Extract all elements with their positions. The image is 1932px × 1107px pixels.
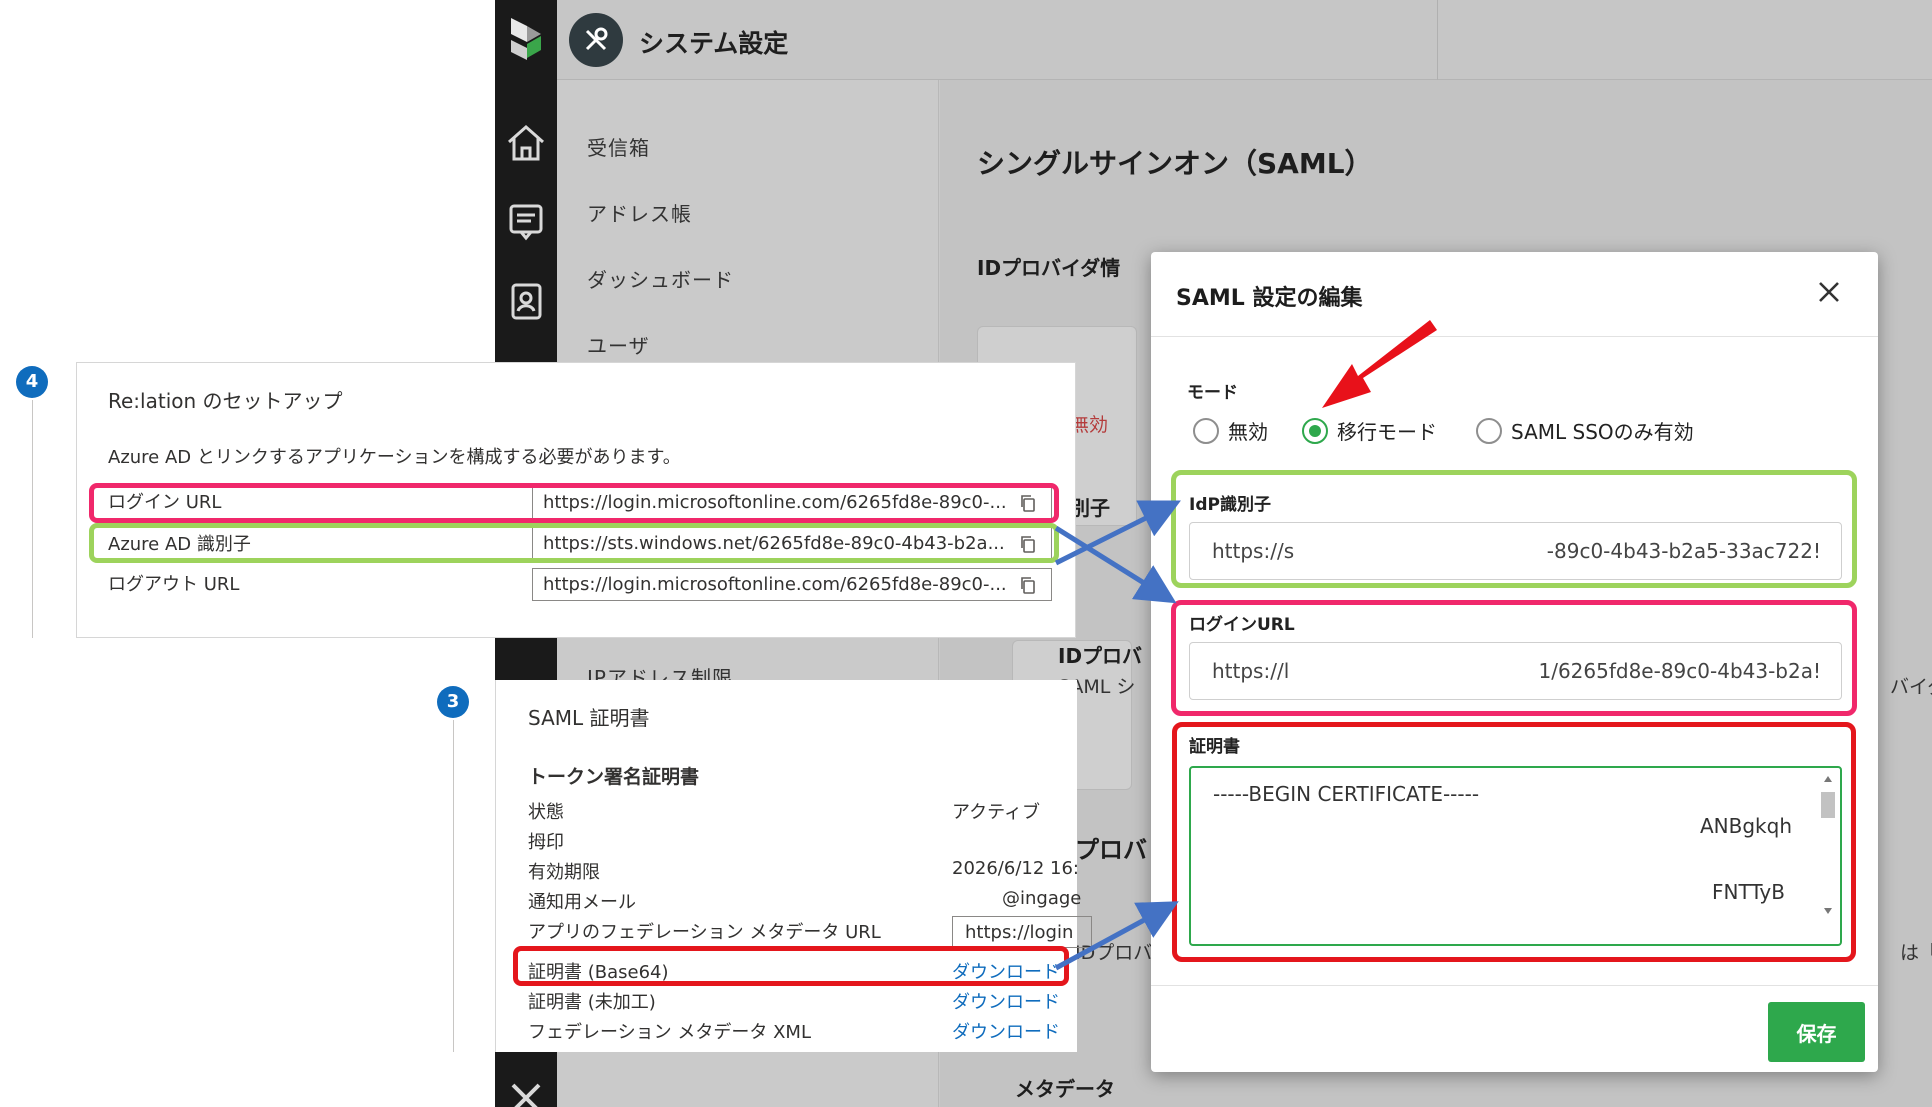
nav-item-address-book[interactable]: アドレス帳: [587, 198, 692, 227]
section-title: シングルサインオン（SAML）: [977, 147, 1373, 180]
mode-radio-migration[interactable]: 移行モード: [1302, 416, 1437, 445]
nav-item-inbox[interactable]: 受信箱: [587, 132, 650, 161]
azure-ad-identifier-row-value[interactable]: https://sts.windows.net/6265fd8e-89c0-4b…: [532, 527, 1052, 560]
certificate-panel-title: SAML 証明書: [528, 706, 650, 730]
thumbprint-row-label: 拇印: [528, 832, 564, 853]
notification-email-row-value: @ingage: [1002, 888, 1082, 909]
mode-radio-disabled[interactable]: 無効: [1193, 416, 1268, 445]
step-badge-4: 4: [16, 366, 48, 398]
login-url-value-start: https://l: [1212, 659, 1290, 683]
page-title: システム設定: [639, 29, 789, 58]
address-book-icon[interactable]: [503, 278, 549, 324]
metadata-heading: メタデータ: [1015, 1077, 1115, 1101]
login-url-row-text: https://login.microsoftonline.com/6265fd…: [543, 492, 1007, 513]
setup-description: Azure AD とリンクするアプリケーションを構成する必要があります。: [108, 447, 681, 468]
modal-title: SAML 設定の編集: [1176, 286, 1363, 311]
login-url-row-value[interactable]: https://login.microsoftonline.com/6265fd…: [532, 486, 1052, 519]
mode-radio-saml-only-label: SAML SSOのみ有効: [1511, 420, 1694, 444]
login-url-value-end: 1/6265fd8e-89c0-4b43-b2a!: [1538, 659, 1821, 683]
cert-raw-download-link[interactable]: ダウンロード: [952, 988, 1060, 1014]
step-connector-line: [32, 400, 33, 638]
token-signing-title: トークン署名証明書: [528, 766, 700, 788]
header-divider: [1437, 0, 1438, 80]
bg-right-note: は「サ: [1900, 942, 1932, 964]
inbox-icon[interactable]: [503, 198, 549, 244]
close-icon[interactable]: [1811, 274, 1847, 310]
notification-email-row-label: 通知用メール: [528, 892, 636, 913]
azure-ad-identifier-row-label: Azure AD 識別子: [108, 534, 251, 555]
logout-url-row-label: ログアウト URL: [108, 574, 240, 595]
logout-url-row-value[interactable]: https://login.microsoftonline.com/6265fd…: [532, 568, 1052, 601]
certificate-line: ANBgkqh: [1699, 814, 1792, 838]
step-connector-line: [453, 720, 454, 1052]
bg-side-right: バイダ: [1890, 676, 1932, 698]
cert-raw-row-label: 証明書 (未加工): [528, 992, 656, 1013]
mode-radio-saml-only[interactable]: SAML SSOのみ有効: [1476, 416, 1694, 445]
logout-url-row-text: https://login.microsoftonline.com/6265fd…: [543, 574, 1007, 595]
federation-xml-download-link[interactable]: ダウンロード: [952, 1018, 1060, 1044]
expiration-row-value: 2026/6/12 16:: [952, 858, 1079, 879]
home-icon[interactable]: [503, 120, 549, 166]
radio-selected-icon: [1302, 417, 1328, 444]
login-url-label: ログインURL: [1189, 615, 1295, 635]
mode-radio-disabled-label: 無効: [1228, 420, 1268, 444]
radio-icon: [1476, 417, 1502, 444]
mode-label: モード: [1187, 383, 1238, 403]
certificate-textarea[interactable]: -----BEGIN CERTIFICATE----- ANBgkqh FNTT…: [1189, 766, 1842, 946]
azure-setup-panel: Re:lation のセットアップ Azure AD とリンクするアプリケーショ…: [76, 362, 1076, 638]
certificate-line-begin: -----BEGIN CERTIFICATE-----: [1213, 782, 1480, 806]
idp-identifier-label: IdP識別子: [1189, 495, 1271, 515]
azure-ad-identifier-row-text: https://sts.windows.net/6265fd8e-89c0-4b…: [543, 533, 1005, 554]
setup-title: Re:lation のセットアップ: [108, 389, 343, 413]
radio-icon: [1193, 417, 1219, 444]
idp-identifier-value-end: -89c0-4b43-b2a5-33ac722!: [1546, 539, 1821, 563]
status-row-value: アクティブ: [952, 802, 1041, 823]
status-row-label: 状態: [528, 802, 564, 823]
metadata-url-row-label: アプリのフェデレーション メタデータ URL: [528, 922, 881, 943]
mode-radio-migration-label: 移行モード: [1337, 420, 1437, 444]
idp-section-heading: IDプロバイダ情: [977, 256, 1121, 280]
idp-identifier-value-start: https://s: [1212, 539, 1295, 563]
certificate-scrollbar[interactable]: [1818, 770, 1838, 942]
copy-icon[interactable]: [1018, 575, 1038, 595]
step-badge-3: 3: [437, 686, 469, 718]
bg-section2: プロバ: [1075, 836, 1147, 864]
bg-identifier-text: 別子: [1070, 496, 1110, 520]
cert-base64-download-link[interactable]: ダウンロード: [952, 958, 1060, 984]
modal-footer-divider: [1151, 985, 1878, 986]
scrollbar-thumb[interactable]: [1821, 792, 1835, 818]
metadata-url-field[interactable]: https://login: [952, 916, 1092, 948]
azure-certificate-panel: SAML 証明書 トークン署名証明書 状態 アクティブ 拇印 有効期限 2026…: [495, 680, 1092, 1052]
login-url-row-label: ログイン URL: [108, 492, 222, 513]
bg-card-title: IDプロバ: [1058, 644, 1143, 668]
modal-divider: [1151, 336, 1878, 337]
certificate-line: FNTTyB: [1712, 880, 1785, 904]
tools-icon[interactable]: [503, 1075, 549, 1107]
app-header: システム設定: [557, 0, 1932, 80]
saml-settings-modal: SAML 設定の編集 モード 無効 移行モード SAML SSOのみ有効 IdP…: [1151, 252, 1878, 1072]
nav-item-users[interactable]: ユーザ: [587, 330, 650, 359]
idp-identifier-input[interactable]: https://s -89c0-4b43-b2a5-33ac722!: [1189, 522, 1842, 580]
federation-xml-row-label: フェデレーション メタデータ XML: [528, 1022, 811, 1043]
save-button[interactable]: 保存: [1768, 1002, 1865, 1062]
copy-icon[interactable]: [1018, 534, 1038, 554]
login-url-input[interactable]: https://l 1/6265fd8e-89c0-4b43-b2a!: [1189, 642, 1842, 700]
cert-base64-row-label: 証明書 (Base64): [528, 962, 669, 983]
expiration-row-label: 有効期限: [528, 862, 600, 883]
app-logo-icon: [503, 14, 549, 60]
nav-item-dashboard[interactable]: ダッシュボード: [587, 264, 734, 293]
copy-icon[interactable]: [1018, 493, 1038, 513]
settings-tools-icon: [569, 13, 623, 67]
certificate-label: 証明書: [1189, 737, 1240, 757]
